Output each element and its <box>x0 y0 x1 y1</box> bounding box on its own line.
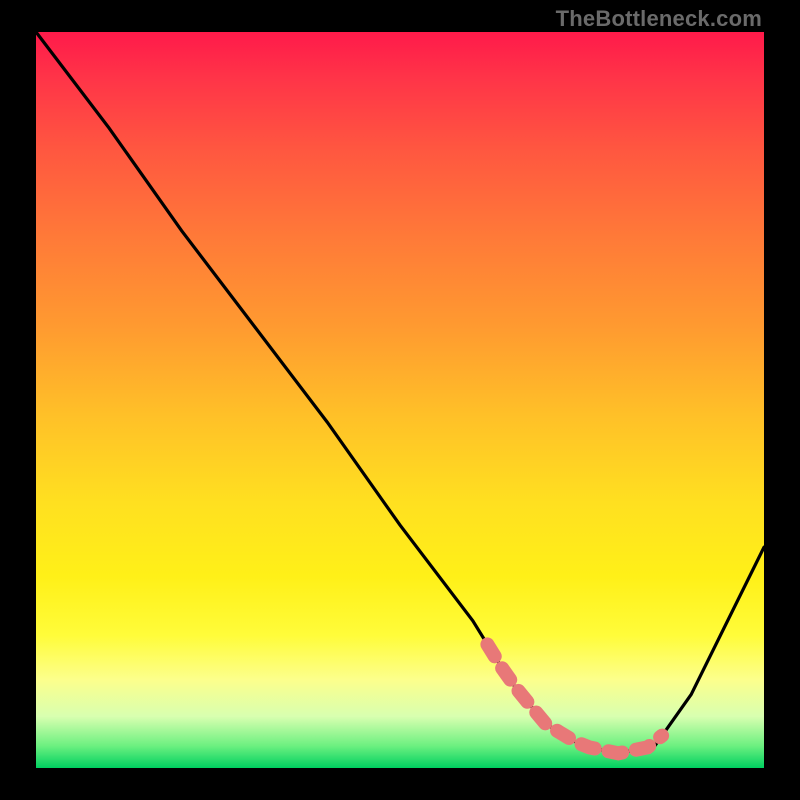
chart-frame: TheBottleneck.com <box>0 0 800 800</box>
bottleneck-curve <box>36 32 764 753</box>
chart-svg <box>36 32 764 768</box>
watermark-text: TheBottleneck.com <box>556 6 762 32</box>
optimum-band <box>487 644 662 753</box>
chart-plot-area <box>36 32 764 768</box>
